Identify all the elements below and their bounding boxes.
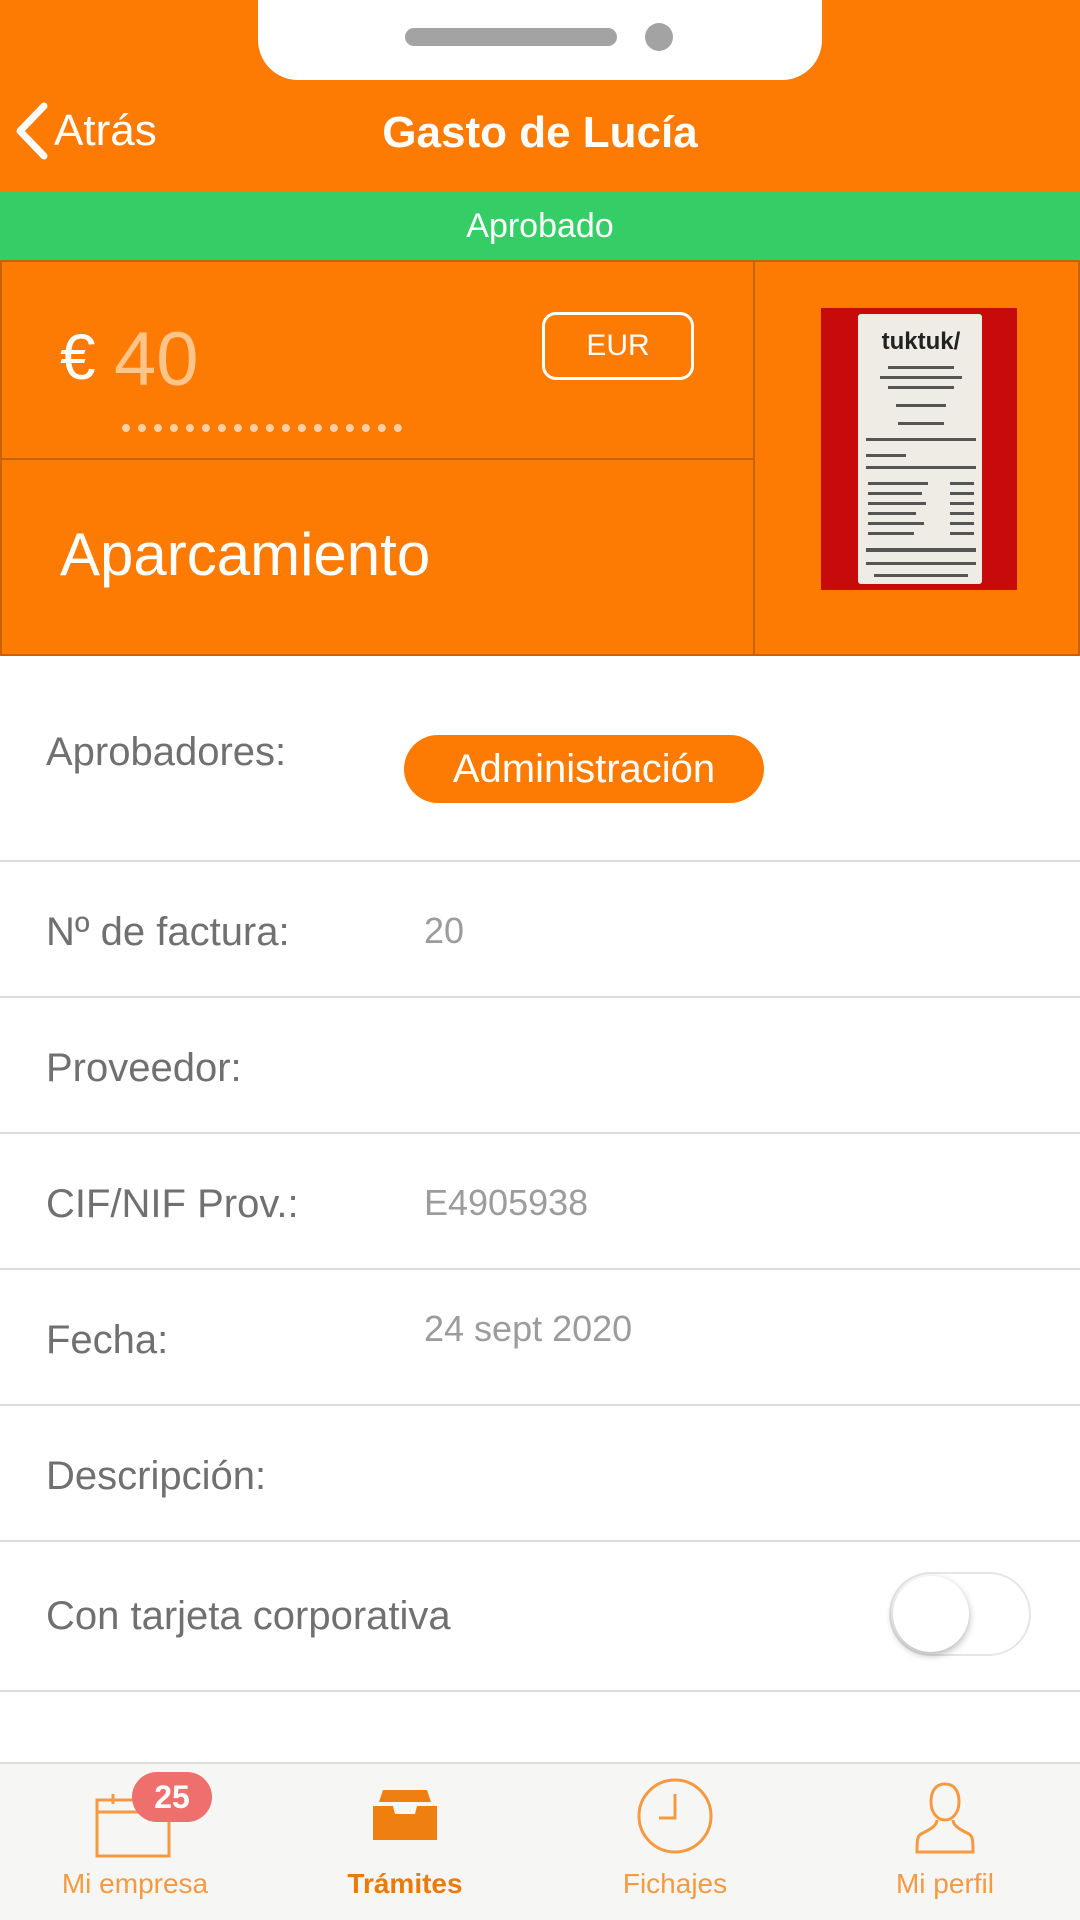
tab-fichajes[interactable]: Fichajes — [565, 1776, 785, 1906]
row-divider — [0, 860, 1080, 862]
receipt-thumbnail[interactable]: tuktuk/ — [821, 308, 1017, 590]
corporate-card-toggle[interactable] — [889, 1572, 1031, 1656]
back-button[interactable]: Atrás — [14, 96, 157, 166]
clock-icon — [637, 1778, 713, 1854]
page-title: Gasto de Lucía — [382, 108, 698, 157]
currency-button[interactable]: EUR — [542, 312, 694, 380]
category-field[interactable]: Aparcamiento — [60, 520, 430, 589]
notch-speaker — [405, 28, 617, 46]
invoice-label: Nº de factura: — [46, 910, 290, 954]
notification-badge: 25 — [132, 1772, 212, 1822]
summary-horizontal-divider — [0, 458, 755, 460]
row-divider — [0, 1132, 1080, 1134]
approver-tag[interactable]: Administración — [404, 735, 764, 803]
user-icon — [915, 1782, 975, 1854]
inbox-tray-icon — [373, 1790, 437, 1840]
status-banner: Aprobado — [0, 192, 1080, 260]
row-divider — [0, 1540, 1080, 1542]
chevron-left-icon — [16, 102, 48, 160]
row-divider — [0, 1404, 1080, 1406]
description-label: Descripción: — [46, 1454, 267, 1498]
description-input[interactable] — [424, 1454, 1024, 1504]
tax-id-input[interactable]: E4905938 — [424, 1182, 588, 1224]
approvers-label: Aprobadores: — [46, 730, 287, 774]
corporate-card-label: Con tarjeta corporativa — [46, 1594, 451, 1638]
invoice-number-input[interactable]: 20 — [424, 910, 464, 952]
supplier-input[interactable] — [424, 1046, 1024, 1096]
date-field[interactable]: 24 sept 2020 — [424, 1308, 632, 1350]
tax-id-label: CIF/NIF Prov.: — [46, 1182, 299, 1226]
amount-underline — [122, 424, 402, 432]
tab-label: Trámites — [347, 1868, 463, 1899]
row-divider — [0, 1690, 1080, 1692]
receipt-brand: tuktuk/ — [881, 328, 961, 355]
back-label: Atrás — [54, 106, 157, 155]
notch-camera — [645, 23, 673, 51]
currency-symbol: € — [60, 321, 96, 393]
row-divider — [0, 996, 1080, 998]
supplier-label: Proveedor: — [46, 1046, 242, 1090]
tab-label: Fichajes — [622, 1868, 728, 1899]
date-label: Fecha: — [46, 1318, 169, 1362]
tab-label: Mi perfil — [895, 1868, 994, 1899]
toggle-knob — [893, 1576, 969, 1652]
receipt-paper: tuktuk/ — [858, 314, 982, 584]
tab-tramites[interactable]: Trámites — [295, 1776, 515, 1906]
row-divider — [0, 1268, 1080, 1270]
tab-mi-perfil[interactable]: Mi perfil — [835, 1776, 1055, 1906]
amount-input[interactable]: 40 — [114, 316, 199, 403]
tab-label: Mi empresa — [61, 1868, 209, 1899]
